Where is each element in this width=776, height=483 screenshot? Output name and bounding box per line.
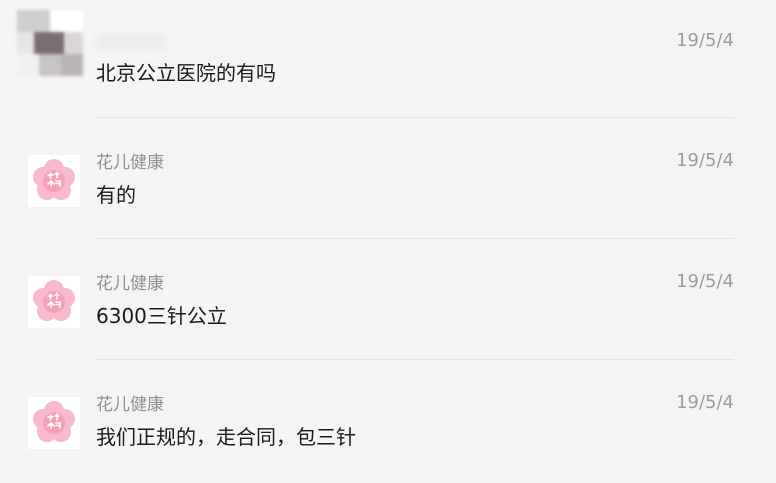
message-item[interactable]: 花儿健康 19/5/4 我们正规的，走合同，包三针 <box>0 362 776 483</box>
message-list: 19/5/4 北京公立医院的有吗 花儿健康 19/5/4 有的 花儿健康 19/… <box>0 0 776 477</box>
message-item[interactable]: 花儿健康 19/5/4 有的 <box>0 120 776 241</box>
divider <box>96 117 734 118</box>
message-text: 6300三针公立 <box>96 304 227 328</box>
avatar[interactable] <box>28 276 80 328</box>
sender-name: 花儿健康 <box>96 274 164 294</box>
message-time: 19/5/4 <box>676 392 734 413</box>
message-time: 19/5/4 <box>676 150 734 171</box>
message-item[interactable]: 花儿健康 19/5/4 6300三针公立 <box>0 241 776 362</box>
message-time: 19/5/4 <box>676 271 734 292</box>
message-text: 北京公立医院的有吗 <box>96 61 276 85</box>
divider <box>96 359 734 360</box>
flower-logo-icon <box>28 155 80 207</box>
sender-name <box>96 33 166 51</box>
message-text: 有的 <box>96 183 136 207</box>
divider <box>96 238 734 239</box>
flower-logo-icon <box>28 276 80 328</box>
avatar[interactable] <box>17 10 83 76</box>
sender-name: 花儿健康 <box>96 153 164 173</box>
message-time: 19/5/4 <box>676 30 734 51</box>
avatar[interactable] <box>28 397 80 449</box>
avatar[interactable] <box>28 155 80 207</box>
message-text: 我们正规的，走合同，包三针 <box>96 425 356 449</box>
message-item[interactable]: 19/5/4 北京公立医院的有吗 <box>0 0 776 121</box>
sender-name: 花儿健康 <box>96 395 164 415</box>
flower-logo-icon <box>28 397 80 449</box>
